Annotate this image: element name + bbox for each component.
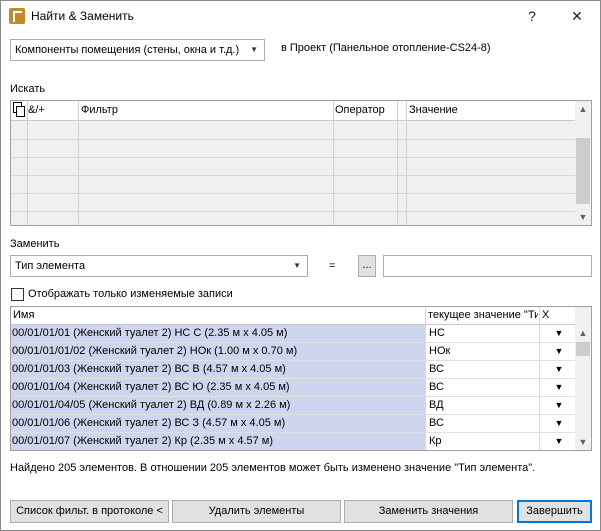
row-current-value[interactable]: НОк — [427, 343, 537, 360]
chevron-down-icon[interactable]: ▼ — [541, 343, 577, 360]
chevron-down-icon: ▼ — [250, 45, 258, 54]
row-name: 00/01/01/01 (Женский туалет 2) НС С (2.3… — [11, 325, 425, 342]
column-header-name[interactable]: Имя — [13, 309, 423, 321]
row-current-value[interactable]: Кр — [427, 433, 537, 450]
filter-log-button[interactable]: Список фильт. в протоколе < — [10, 500, 169, 523]
scope-combobox[interactable]: Компоненты помещения (стены, окна и т.д.… — [10, 39, 265, 61]
search-filter-grid[interactable]: &/+ Фильтр Оператор Значение ▲ ▼ — [10, 100, 592, 226]
scroll-up-icon[interactable]: ▲ — [575, 101, 591, 117]
scroll-down-icon[interactable]: ▼ — [575, 209, 591, 225]
row-name: 00/01/01/01/02 (Женский туалет 2) НОк (1… — [11, 343, 425, 360]
table-row[interactable]: 00/01/01/06 (Женский туалет 2) ВС З (4.5… — [11, 415, 577, 433]
scope-selected: Компоненты помещения (стены, окна и т.д.… — [15, 44, 240, 56]
delete-elements-button[interactable]: Удалить элементы — [172, 500, 341, 523]
search-grid-scrollbar[interactable]: ▲ ▼ — [575, 101, 591, 225]
row-name: 00/01/01/07 (Женский туалет 2) Кр (2.35 … — [11, 433, 425, 450]
equals-label: = — [329, 260, 336, 272]
chevron-down-icon[interactable]: ▼ — [541, 433, 577, 450]
column-header-value[interactable]: Значение — [409, 104, 458, 116]
chevron-down-icon[interactable]: ▼ — [541, 397, 577, 414]
column-header-operator[interactable]: Оператор — [335, 104, 385, 116]
copy-icon[interactable] — [13, 102, 26, 118]
table-row[interactable]: 00/01/01/04/05 (Женский туалет 2) ВД (0.… — [11, 397, 577, 415]
row-name: 00/01/01/03 (Женский туалет 2) ВС В (4.5… — [11, 361, 425, 378]
column-header-filter[interactable]: Фильтр — [81, 104, 118, 116]
column-header-and-or[interactable]: &/+ — [28, 104, 45, 116]
window-title: Найти & Заменить — [31, 9, 134, 23]
row-name: 00/01/01/04 (Женский туалет 2) ВС Ю (2.3… — [11, 379, 425, 396]
row-name: 00/01/01/04/05 (Женский туалет 2) ВД (0.… — [11, 397, 425, 414]
app-icon — [9, 8, 25, 24]
show-changed-only-checkbox[interactable] — [11, 288, 24, 301]
row-current-value[interactable]: НС — [427, 325, 537, 342]
scope-context-label: в Проект (Панельное отопление-CS24-8) — [281, 42, 491, 54]
browse-button[interactable]: ... — [358, 255, 376, 277]
replace-field-selected: Тип элемента — [15, 260, 86, 272]
column-header-x[interactable]: X — [542, 309, 572, 321]
column-header-current-value[interactable]: текущее значение "Тип — [428, 309, 538, 321]
help-button[interactable]: ? — [517, 6, 547, 26]
close-button[interactable]: ✕ — [562, 6, 592, 26]
chevron-down-icon[interactable]: ▼ — [541, 379, 577, 396]
scroll-thumb[interactable] — [576, 342, 590, 356]
replace-values-button[interactable]: Заменить значения — [344, 500, 513, 523]
row-current-value[interactable]: ВД — [427, 397, 537, 414]
status-text: Найдено 205 элементов. В отношении 205 э… — [10, 462, 536, 474]
chevron-down-icon[interactable]: ▼ — [541, 361, 577, 378]
title-bar: Найти & Заменить ? ✕ — [1, 1, 600, 32]
chevron-down-icon: ▼ — [293, 261, 301, 270]
table-row[interactable]: 00/01/01/07 (Женский туалет 2) Кр (2.35 … — [11, 433, 577, 450]
row-current-value[interactable]: ВС — [427, 379, 537, 396]
replace-field-combobox[interactable]: Тип элемента ▼ — [10, 255, 308, 277]
dialog-content: Компоненты помещения (стены, окна и т.д.… — [1, 32, 600, 530]
replace-section-label: Заменить — [10, 238, 60, 250]
row-name: 00/01/01/06 (Женский туалет 2) ВС З (4.5… — [11, 415, 425, 432]
scroll-thumb[interactable] — [576, 138, 590, 204]
search-grid-header: &/+ Фильтр Оператор Значение — [11, 101, 577, 121]
find-replace-window: Найти & Заменить ? ✕ Компоненты помещени… — [0, 0, 601, 531]
finish-button[interactable]: Завершить — [517, 500, 592, 523]
search-section-label: Искать — [10, 83, 46, 95]
table-row[interactable]: 00/01/01/01/02 (Женский туалет 2) НОк (1… — [11, 343, 577, 361]
scroll-down-icon[interactable]: ▼ — [575, 434, 591, 450]
table-row[interactable]: 00/01/01/01 (Женский туалет 2) НС С (2.3… — [11, 325, 577, 343]
chevron-down-icon[interactable]: ▼ — [541, 415, 577, 432]
table-row[interactable]: 00/01/01/03 (Женский туалет 2) ВС В (4.5… — [11, 361, 577, 379]
row-current-value[interactable]: ВС — [427, 415, 537, 432]
show-changed-only-label[interactable]: Отображать только изменяемые записи — [28, 288, 233, 300]
results-grid[interactable]: Имя текущее значение "Тип X 00/01/01/01 … — [10, 306, 592, 451]
replace-value-input[interactable] — [383, 255, 592, 277]
chevron-down-icon[interactable]: ▼ — [541, 325, 577, 342]
row-current-value[interactable]: ВС — [427, 361, 537, 378]
results-grid-header: Имя текущее значение "Тип X — [11, 307, 577, 325]
scroll-up-icon[interactable]: ▲ — [575, 325, 591, 341]
table-row[interactable]: 00/01/01/04 (Женский туалет 2) ВС Ю (2.3… — [11, 379, 577, 397]
results-grid-scrollbar[interactable]: ▲ ▼ — [575, 307, 591, 450]
